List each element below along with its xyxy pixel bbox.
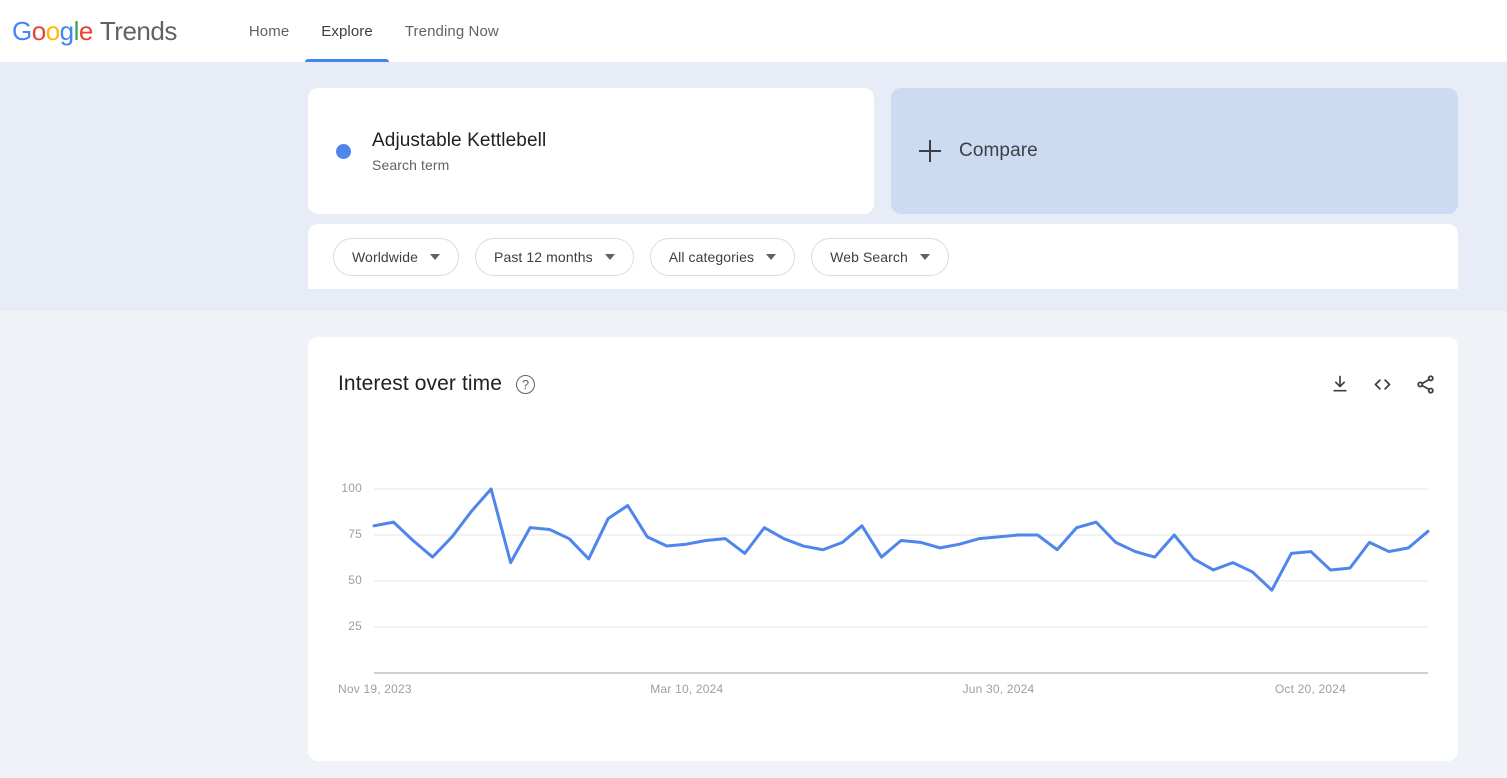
x-axis-tick-label: Mar 10, 2024 <box>650 682 724 696</box>
x-axis-tick-label: Jun 30, 2024 <box>962 682 1035 696</box>
nav-links: Home Explore Trending Now <box>233 0 515 62</box>
plus-icon <box>919 140 941 162</box>
y-axis-tick-label: 100 <box>341 481 362 495</box>
share-icon[interactable] <box>1415 374 1436 395</box>
filter-category[interactable]: All categories <box>649 237 796 276</box>
y-axis-tick-label: 50 <box>348 573 362 587</box>
chevron-down-icon <box>919 253 930 260</box>
series-color-dot <box>336 143 351 159</box>
x-axis-tick-label: Nov 19, 2023 <box>338 682 412 696</box>
chart-title: Interest over time <box>338 372 503 395</box>
query-row: Adjustable Kettlebell Search term Compar… <box>308 88 1458 214</box>
embed-code-icon[interactable] <box>1372 374 1393 395</box>
filter-location[interactable]: Worldwide <box>333 237 459 276</box>
interest-over-time-card: Interest over time ? 25 50 75 100 Nov 19… <box>308 337 1458 761</box>
x-axis-tick-label: Oct 20, 2024 <box>1274 682 1346 696</box>
filter-location-label: Worldwide <box>352 248 418 265</box>
search-term-card[interactable]: Adjustable Kettlebell Search term <box>308 88 874 214</box>
help-icon[interactable]: ? <box>516 374 536 394</box>
trends-wordmark: Trends <box>99 15 177 46</box>
search-term-type: Search term <box>372 157 450 173</box>
google-wordmark: Google <box>12 15 93 46</box>
nav-link-home[interactable]: Home <box>233 0 305 62</box>
filter-time-range-label: Past 12 months <box>494 248 593 265</box>
top-navigation-bar: Google Trends Home Explore Trending Now <box>0 0 1507 62</box>
nav-link-explore[interactable]: Explore <box>305 0 389 62</box>
chevron-down-icon <box>766 253 777 260</box>
compare-label: Compare <box>959 140 1038 161</box>
compare-button[interactable]: Compare <box>891 88 1458 214</box>
series-line-adjustable-kettlebell <box>372 487 1430 592</box>
google-trends-logo[interactable]: Google Trends <box>12 16 177 47</box>
chevron-down-icon <box>604 253 615 260</box>
chevron-down-icon <box>430 253 440 260</box>
search-term-text: Adjustable Kettlebell Search term <box>372 129 546 173</box>
y-axis-tick-label: 25 <box>348 619 362 633</box>
filter-time-range[interactable]: Past 12 months <box>475 237 634 276</box>
download-icon[interactable] <box>1330 374 1350 394</box>
filter-category-label: All categories <box>668 248 755 265</box>
chart-header: Interest over time ? <box>338 367 1436 401</box>
y-axis-tick-label: 75 <box>348 527 362 541</box>
chart-action-icons <box>1330 374 1436 395</box>
search-term-value: Adjustable Kettlebell <box>372 130 547 151</box>
filter-bar: Worldwide Past 12 months All categories … <box>308 224 1458 289</box>
filter-search-type-label: Web Search <box>830 248 908 265</box>
nav-link-trending-now[interactable]: Trending Now <box>389 0 515 62</box>
filter-search-type[interactable]: Web Search <box>811 237 949 276</box>
